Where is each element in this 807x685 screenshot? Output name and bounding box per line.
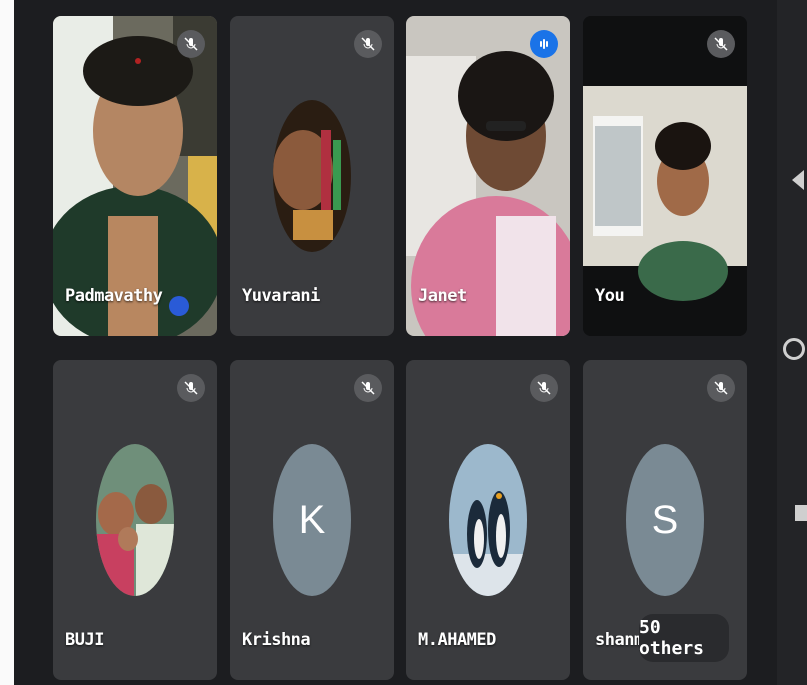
muted-mic-icon xyxy=(530,374,558,402)
participant-avatar xyxy=(96,444,174,596)
letter-avatar: S xyxy=(626,444,704,596)
participant-name: M.AHAMED xyxy=(418,630,496,650)
participant-name: You xyxy=(595,286,625,306)
muted-mic-icon xyxy=(354,30,382,58)
meeting-grid: Padmavathy Yuvarani Janet You BUJI K Kri… xyxy=(0,0,807,685)
participant-avatar xyxy=(449,444,527,596)
participant-name: BUJI xyxy=(65,630,104,650)
letter-avatar: K xyxy=(273,444,351,596)
participant-avatar xyxy=(273,100,351,252)
participant-tile-janet[interactable]: Janet xyxy=(406,16,570,336)
participant-name: Janet xyxy=(418,286,467,306)
participant-name: Yuvarani xyxy=(242,286,320,306)
participant-name: Padmavathy xyxy=(65,286,163,306)
participant-tile-m-ahamed[interactable]: M.AHAMED xyxy=(406,360,570,680)
muted-mic-icon xyxy=(177,30,205,58)
muted-mic-icon xyxy=(707,374,735,402)
system-nav-bar xyxy=(777,0,807,685)
muted-mic-icon xyxy=(707,30,735,58)
participant-name: Krishna xyxy=(242,630,311,650)
participant-tile-krishna[interactable]: K Krishna xyxy=(230,360,394,680)
participant-tile-buji[interactable]: BUJI xyxy=(53,360,217,680)
left-edge xyxy=(0,0,14,685)
muted-mic-icon xyxy=(177,374,205,402)
back-nav-icon[interactable] xyxy=(792,170,804,190)
participant-tile-shanmug[interactable]: S shanmug 50 others xyxy=(583,360,747,680)
participant-tile-yuvarani[interactable]: Yuvarani xyxy=(230,16,394,336)
home-nav-icon[interactable] xyxy=(783,338,805,360)
recents-nav-icon[interactable] xyxy=(795,505,807,521)
speaking-indicator-icon xyxy=(530,30,558,58)
participant-tile-you[interactable]: You xyxy=(583,16,747,336)
muted-mic-icon xyxy=(354,374,382,402)
others-count-button[interactable]: 50 others xyxy=(639,614,729,662)
participant-tile-padmavathy[interactable]: Padmavathy xyxy=(53,16,217,336)
